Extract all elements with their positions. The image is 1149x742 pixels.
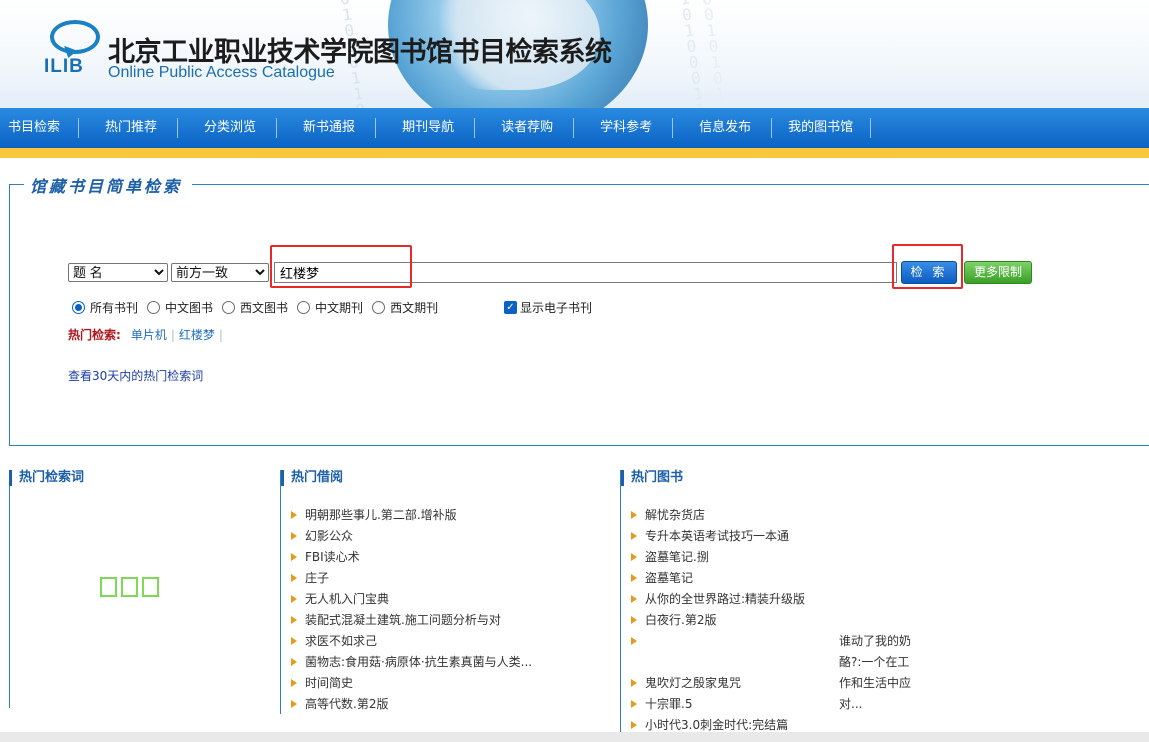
nav-item-reader-recommend[interactable]: 读者荐购	[483, 118, 575, 138]
arrow-right-icon	[631, 637, 831, 645]
hot-search-words-title: 热门检索词	[9, 470, 269, 486]
scope-chinese-books-radio[interactable]: 中文图书	[147, 299, 213, 316]
nav-item-hot-recommend[interactable]: 热门推荐	[87, 118, 179, 138]
arrow-right-icon	[631, 574, 637, 582]
nav-item-subject-reference[interactable]: 学科参考	[582, 118, 674, 138]
hot-books-title: 热门图书	[621, 470, 920, 486]
nav-item-new-books[interactable]: 新书通报	[285, 118, 377, 138]
site-subtitle: Online Public Access Catalogue	[108, 64, 335, 81]
scope-chinese-journals-radio[interactable]: 中文期刊	[297, 299, 363, 316]
arrow-right-icon	[631, 511, 637, 519]
arrow-right-icon	[291, 532, 297, 540]
arrow-right-icon	[631, 616, 637, 624]
arrow-right-icon	[631, 595, 637, 603]
list-item[interactable]: 时间简史	[291, 673, 610, 694]
hot-borrow-panel: 热门借阅 明朝那些事儿.第二部.增补版 幻影公众 FBI读心术 庄子 无人机入门…	[280, 470, 610, 714]
hot-search-label: 热门检索:	[68, 328, 121, 342]
list-item[interactable]: 装配式混凝土建筑.施工问题分析与对	[291, 610, 610, 631]
hot-books-panel: 热门图书 解忧杂货店 专升本英语考试技巧一本通 盗墓笔记.捌 盗墓笔记 从你的全…	[620, 470, 920, 742]
arrow-right-icon	[291, 637, 297, 645]
list-item[interactable]: 高等代数.第2版	[291, 694, 610, 715]
bottom-scroll-area	[0, 732, 1149, 742]
list-item[interactable]: 从你的全世界路过:精装升级版	[631, 589, 920, 610]
scope-all-radio[interactable]: 所有书刊	[72, 299, 138, 316]
hot-term-link[interactable]: 红楼梦	[179, 326, 215, 343]
arrow-right-icon	[291, 616, 297, 624]
main-nav: 书目检索 热门推荐 分类浏览 新书通报 期刊导航 读者荐购 学科参考 信息发布 …	[0, 108, 1149, 148]
match-mode-select[interactable]: 前方一致	[171, 263, 269, 282]
list-item[interactable]: 无人机入门宝典	[291, 589, 610, 610]
scope-western-journals-radio[interactable]: 西文期刊	[372, 299, 438, 316]
nav-item-category-browse[interactable]: 分类浏览	[186, 118, 278, 138]
list-item[interactable]: 专升本英语考试技巧一本通	[631, 526, 920, 547]
scope-western-books-radio[interactable]: 西文图书	[222, 299, 288, 316]
arrow-right-icon	[631, 532, 637, 540]
list-item[interactable]: 幻影公众	[291, 526, 610, 547]
list-item[interactable]: 白夜行.第2版	[631, 610, 920, 631]
arrow-right-icon	[631, 553, 637, 561]
checkmark-icon: ✓	[504, 301, 517, 314]
arrow-right-icon	[631, 679, 637, 687]
list-item[interactable]: 谁动了我的奶酪?:一个在工作和生活中应对...	[631, 631, 920, 711]
hot-borrow-title: 热门借阅	[281, 470, 610, 486]
hot-books-list: 解忧杂货店 专升本英语考试技巧一本通 盗墓笔记.捌 盗墓笔记 从你的全世界路过:…	[621, 505, 920, 736]
list-item[interactable]: 菌物志:食用菇·病原体·抗生素真菌与人类...	[291, 652, 610, 673]
list-item[interactable]: 十宗罪.5	[631, 694, 920, 715]
search-panel-title: 馆藏书目简单检索	[24, 173, 193, 197]
search-button-highlight-box	[892, 244, 963, 289]
list-item[interactable]: 解忧杂货店	[631, 505, 920, 526]
view-30-day-hot-terms-link[interactable]: 查看30天内的热门检索词	[68, 367, 203, 384]
missing-glyph-placeholder	[100, 577, 159, 597]
arrow-right-icon	[631, 700, 637, 708]
arrow-right-icon	[291, 553, 297, 561]
logo-text: ILIB	[44, 56, 84, 77]
hot-borrow-list: 明朝那些事儿.第二部.增补版 幻影公众 FBI读心术 庄子 无人机入门宝典 装配…	[281, 505, 610, 715]
nav-item-announcements[interactable]: 信息发布	[681, 118, 773, 138]
nav-item-journal-nav[interactable]: 期刊导航	[384, 118, 476, 138]
hot-search-terms: 热门检索: 单片机 | 红楼梦 |	[68, 326, 223, 343]
list-item[interactable]: 盗墓笔记.捌	[631, 547, 920, 568]
list-item[interactable]: 盗墓笔记	[631, 568, 920, 589]
list-item[interactable]: 庄子	[291, 568, 610, 589]
list-item[interactable]: 明朝那些事儿.第二部.增补版	[291, 505, 610, 526]
accent-bar	[0, 148, 1149, 158]
list-item[interactable]: FBI读心术	[291, 547, 610, 568]
nav-item-my-library[interactable]: 我的图书馆	[780, 118, 872, 138]
search-field-select[interactable]: 题 名	[68, 263, 168, 282]
arrow-right-icon	[291, 595, 297, 603]
keyword-highlight-box	[270, 245, 412, 288]
simple-search-panel: 馆藏书目简单检索 题 名 前方一致 检 索 更多限制 所有书刊 中文图书 西文图…	[9, 173, 1149, 446]
ilib-logo[interactable]: ILIB	[44, 20, 102, 80]
more-limits-button[interactable]: 更多限制	[964, 261, 1032, 284]
hot-term-link[interactable]: 单片机	[131, 326, 167, 343]
list-item[interactable]: 求医不如求己	[291, 631, 610, 652]
arrow-right-icon	[291, 574, 297, 582]
site-header: 0101011001 1010001101 0010101110 ILIB 北京…	[0, 0, 1149, 108]
search-row: 题 名 前方一致 检 索 更多限制	[68, 261, 1032, 284]
arrow-right-icon	[291, 658, 297, 666]
arrow-right-icon	[631, 721, 637, 729]
arrow-right-icon	[291, 511, 297, 519]
arrow-right-icon	[291, 679, 297, 687]
show-ebook-checkbox[interactable]: ✓ 显示电子书刊	[504, 299, 592, 316]
nav-item-catalog-search[interactable]: 书目检索	[0, 118, 80, 138]
scope-radio-group: 所有书刊 中文图书 西文图书 中文期刊 西文期刊	[72, 299, 447, 316]
arrow-right-icon	[291, 700, 297, 708]
